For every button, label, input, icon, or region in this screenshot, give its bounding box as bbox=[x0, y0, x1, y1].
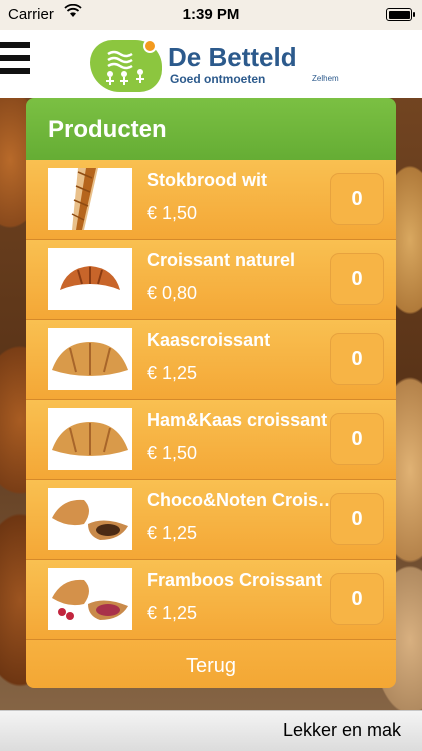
logo-title: De Betteld bbox=[168, 42, 297, 72]
choco-croissant-image bbox=[48, 488, 132, 550]
logo-subtitle: Goed ontmoeten bbox=[170, 72, 266, 86]
status-bar: Carrier 1:39 PM bbox=[0, 0, 422, 30]
product-price: € 0,80 bbox=[147, 283, 198, 303]
product-row[interactable]: Framboos Croissant € 1,25 0 bbox=[26, 560, 396, 640]
croissant-image bbox=[48, 408, 132, 470]
app-header: De Betteld Goed ontmoeten Zelhem bbox=[0, 30, 422, 98]
quantity-button[interactable]: 0 bbox=[330, 333, 384, 385]
quantity-button[interactable]: 0 bbox=[330, 413, 384, 465]
product-row[interactable]: Ham&Kaas croissant € 1,50 0 bbox=[26, 400, 396, 480]
logo-place: Zelhem bbox=[312, 74, 339, 83]
product-row[interactable]: Stokbrood wit € 1,50 0 bbox=[26, 160, 396, 240]
de-betteld-logo: De Betteld Goed ontmoeten Zelhem bbox=[90, 34, 350, 94]
ticker-text: Lekker en mak bbox=[283, 720, 402, 740]
baguette-image bbox=[48, 168, 132, 230]
quantity-button[interactable]: 0 bbox=[330, 253, 384, 305]
raspberry-croissant-image bbox=[48, 568, 132, 630]
clock: 1:39 PM bbox=[182, 6, 240, 23]
product-name: Croissant naturel bbox=[147, 250, 296, 270]
product-price: € 1,25 bbox=[147, 363, 198, 383]
product-price: € 1,25 bbox=[147, 603, 198, 623]
product-name: Kaascroissant bbox=[147, 330, 271, 350]
quantity-button[interactable]: 0 bbox=[330, 573, 384, 625]
panel-title: Producten bbox=[26, 98, 396, 160]
product-price: € 1,50 bbox=[147, 443, 198, 463]
hamburger-menu-icon[interactable] bbox=[0, 42, 34, 84]
product-price: € 1,25 bbox=[147, 523, 198, 543]
product-row[interactable]: Croissant naturel € 0,80 0 bbox=[26, 240, 396, 320]
logo-emblem-icon bbox=[90, 39, 162, 92]
quantity-button[interactable]: 0 bbox=[330, 493, 384, 545]
news-ticker: Lekker en mak bbox=[0, 710, 422, 751]
battery-icon bbox=[386, 8, 415, 21]
quantity-button[interactable]: 0 bbox=[330, 173, 384, 225]
product-name: Choco&Noten Croissant bbox=[147, 490, 341, 510]
product-name: Framboos Croissant bbox=[147, 570, 323, 590]
products-panel: Producten Stokbrood wit € 1,50 0 Croissa… bbox=[26, 98, 396, 688]
product-row[interactable]: Kaascroissant € 1,25 0 bbox=[26, 320, 396, 400]
croissant-image bbox=[48, 328, 132, 390]
product-price: € 1,50 bbox=[147, 203, 198, 223]
product-name: Stokbrood wit bbox=[147, 170, 267, 190]
croissant-image bbox=[48, 248, 132, 310]
back-button[interactable]: Terug bbox=[26, 640, 396, 688]
product-row[interactable]: Choco&Noten Croissant € 1,25 0 bbox=[26, 480, 396, 560]
product-name: Ham&Kaas croissant bbox=[147, 410, 328, 430]
